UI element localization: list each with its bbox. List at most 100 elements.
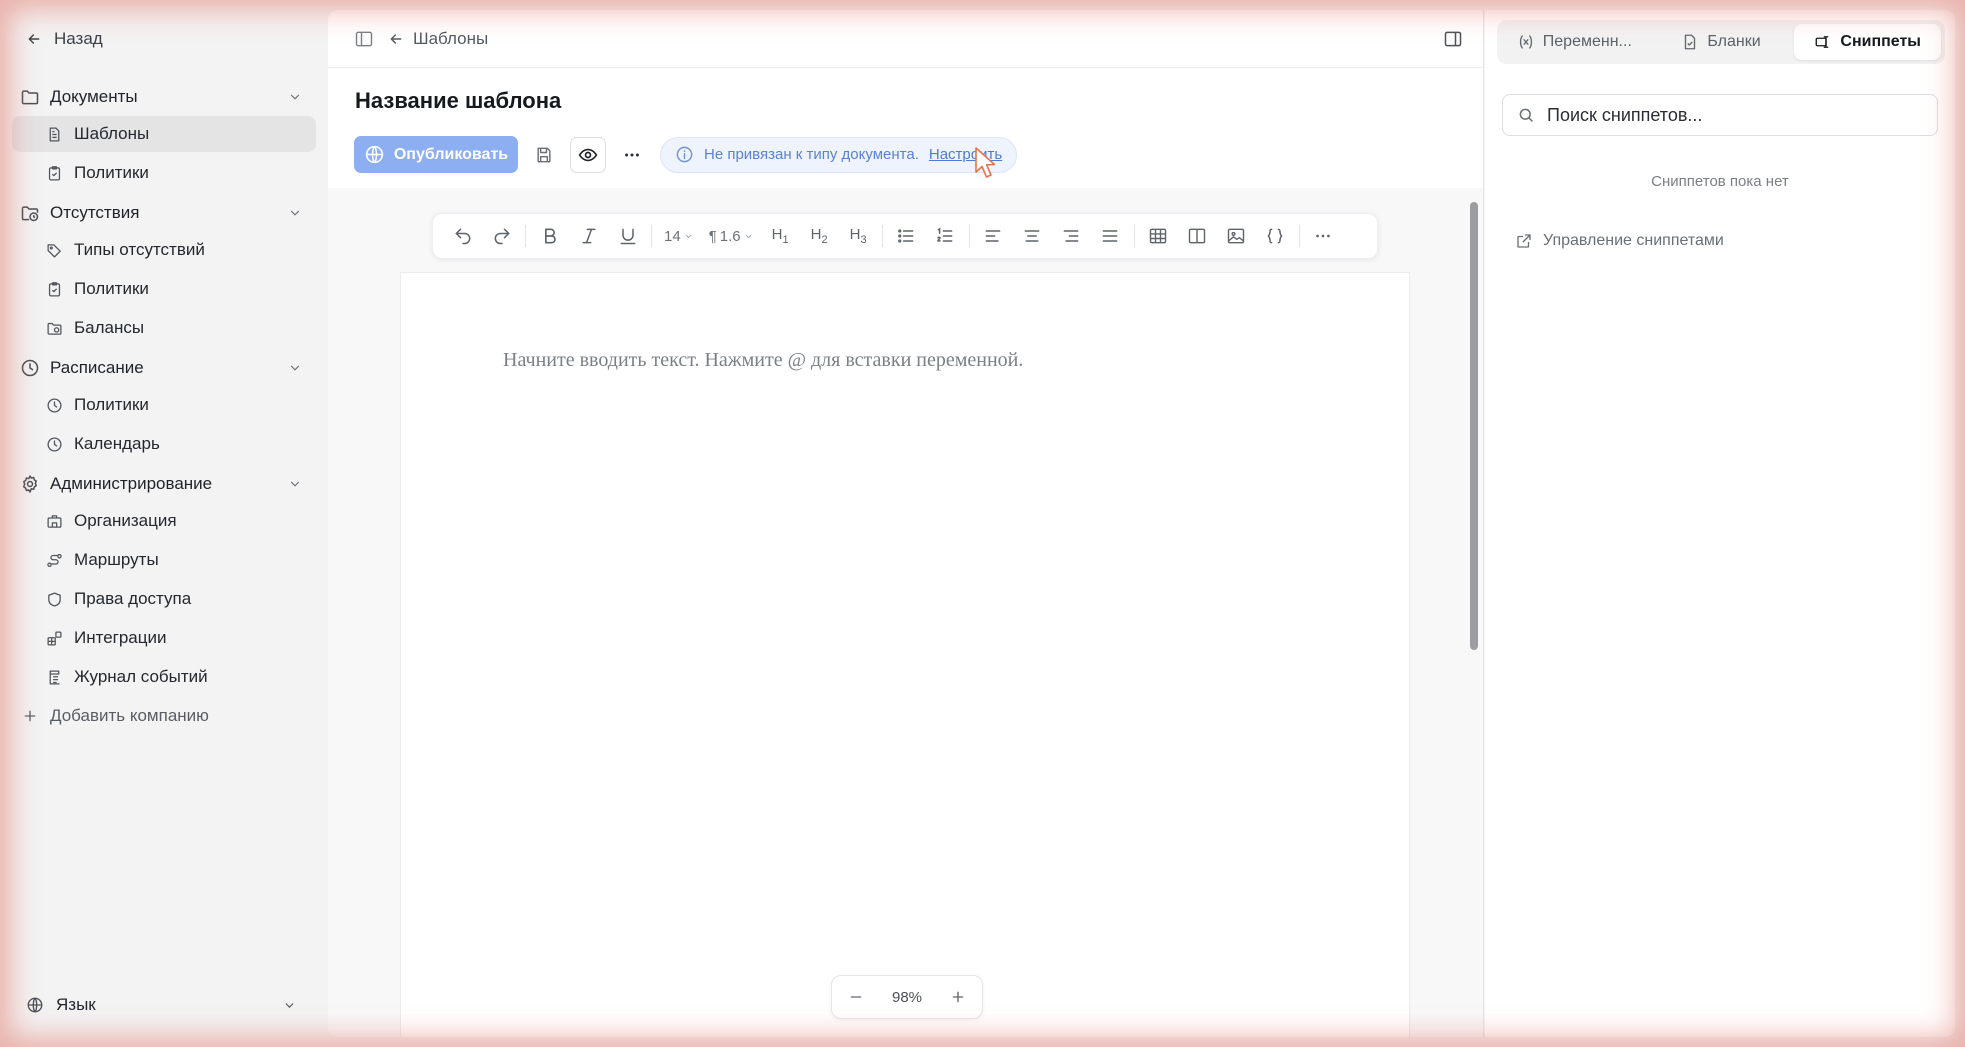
more-horizontal-icon <box>1316 234 1330 238</box>
save-button[interactable] <box>526 137 562 173</box>
sidebar-item-event-log[interactable]: Журнал событий <box>12 659 316 695</box>
font-size-value: 14 <box>664 227 681 245</box>
sidebar-item-label: Интеграции <box>74 628 167 647</box>
redo-button[interactable] <box>482 218 521 254</box>
sidebar-item-label: Политики <box>74 279 149 298</box>
tags-icon <box>47 243 61 258</box>
zoom-in-button[interactable] <box>946 985 970 1009</box>
heading-3-button[interactable]: H3 <box>839 226 878 246</box>
sidebar-item-access-rights[interactable]: Права доступа <box>12 581 316 617</box>
tab-label: Бланки <box>1707 33 1761 50</box>
manage-snippets-label: Управление сниппетами <box>1543 232 1724 249</box>
more-horizontal-icon <box>625 153 639 156</box>
line-height-select[interactable]: ¶ 1.6 <box>701 218 761 254</box>
sidebar-item-label: Политики <box>74 395 149 414</box>
align-right-button[interactable] <box>1052 218 1091 254</box>
add-company-label: Добавить компанию <box>50 706 209 725</box>
chevron-down-icon[interactable] <box>288 361 302 375</box>
arrow-left-icon <box>28 34 40 44</box>
document-page[interactable]: Начните вводить текст. Нажмите @ для вст… <box>400 272 1410 1037</box>
align-center-button[interactable] <box>1013 218 1052 254</box>
sidebar-item-schedule-policies[interactable]: Политики <box>12 387 316 423</box>
add-company-button[interactable]: Добавить компанию <box>0 698 328 734</box>
editor-main: Шаблоны Название шаблона Опубликовать Не… <box>328 10 1484 1037</box>
preview-button[interactable] <box>570 136 606 173</box>
sidebar-item-organization[interactable]: Организация <box>12 503 316 539</box>
chevron-down-icon <box>745 234 751 238</box>
align-right-icon <box>1063 230 1079 242</box>
snippets-empty-state: Сниппетов пока нет <box>1651 173 1789 190</box>
sidebar-item-label: Балансы <box>74 318 145 337</box>
chevron-down-icon[interactable] <box>288 477 302 491</box>
heading-1-button[interactable]: H1 <box>761 226 800 246</box>
sidebar-item-templates[interactable]: Шаблоны <box>12 116 316 152</box>
section-administration[interactable]: Администрирование <box>0 465 328 503</box>
publish-label: Опубликовать <box>393 145 509 163</box>
pilcrow-icon: ¶ <box>708 227 717 245</box>
shield-icon <box>48 591 61 607</box>
notice-text: Не привязан к типу документа. <box>704 146 919 163</box>
section-schedule[interactable]: Расписание <box>0 349 328 387</box>
tab-variables[interactable]: Переменн... <box>1501 24 1648 60</box>
snippet-search[interactable] <box>1502 94 1938 136</box>
bold-button[interactable] <box>530 218 569 254</box>
insert-code-button[interactable] <box>1256 218 1295 254</box>
line-height-value: 1.6 <box>719 227 741 245</box>
tab-snippets[interactable]: Сниппеты <box>1794 24 1942 60</box>
manage-snippets-link[interactable]: Управление сниппетами <box>1515 232 1724 250</box>
font-size-select[interactable]: 14 <box>656 218 701 254</box>
editor-placeholder[interactable]: Начните вводить текст. Нажмите @ для вст… <box>503 349 1023 372</box>
sidebar-item-balances[interactable]: Балансы <box>12 310 316 346</box>
italic-button[interactable] <box>569 218 608 254</box>
sidebar-item-integrations[interactable]: Интеграции <box>12 620 316 656</box>
breadcrumb-label: Шаблоны <box>413 28 489 48</box>
align-justify-button[interactable] <box>1091 218 1130 254</box>
chevron-down-icon[interactable] <box>288 206 302 220</box>
breadcrumb[interactable]: Шаблоны <box>388 29 488 49</box>
external-link-icon <box>1517 234 1531 248</box>
back-link[interactable]: Назад <box>0 22 328 56</box>
insert-table-button[interactable] <box>1139 218 1178 254</box>
numbered-list-icon <box>937 227 953 242</box>
toolbar-divider <box>1133 225 1135 247</box>
underline-button[interactable] <box>608 218 647 254</box>
right-panel-toggle-icon[interactable] <box>1443 29 1463 49</box>
sidebar-item-routes[interactable]: Маршруты <box>12 542 316 578</box>
section-absences[interactable]: Отсутствия <box>0 194 328 232</box>
sidebar-toggle-icon[interactable] <box>354 29 374 49</box>
zoom-out-button[interactable] <box>844 985 868 1009</box>
editor-scrollbar[interactable] <box>1470 202 1478 650</box>
search-icon <box>1519 108 1533 122</box>
undo-button[interactable] <box>443 218 482 254</box>
toolbar-divider <box>1298 225 1300 247</box>
numbered-list-button[interactable] <box>926 218 965 254</box>
page-title[interactable]: Название шаблона <box>355 88 561 114</box>
tab-forms[interactable]: Бланки <box>1648 24 1795 60</box>
insert-image-button[interactable] <box>1217 218 1256 254</box>
tab-label: Сниппеты <box>1840 33 1921 50</box>
language-selector[interactable]: Язык <box>0 988 328 1022</box>
section-documents[interactable]: Документы <box>0 78 328 116</box>
sidebar-item-label: Права доступа <box>74 589 192 608</box>
align-left-button[interactable] <box>974 218 1013 254</box>
more-button[interactable] <box>614 137 650 173</box>
chevron-down-icon[interactable] <box>288 90 302 104</box>
toolbar-more-button[interactable] <box>1304 218 1343 254</box>
sidebar-item-absence-types[interactable]: Типы отсутствий <box>12 232 316 268</box>
bullet-list-button[interactable] <box>887 218 926 254</box>
sidebar-item-absence-policies[interactable]: Политики <box>12 271 316 307</box>
sidebar-item-doc-policies[interactable]: Политики <box>12 155 316 191</box>
heading-3-label: H <box>849 226 861 243</box>
folder-clock-icon <box>47 322 62 335</box>
sidebar-item-calendar[interactable]: Календарь <box>12 426 316 462</box>
chevron-down-icon <box>285 1002 294 1008</box>
file-form-icon <box>1685 34 1696 50</box>
clock-icon <box>47 397 62 413</box>
publish-button[interactable]: Опубликовать <box>354 136 518 173</box>
insert-columns-button[interactable] <box>1178 218 1217 254</box>
snippet-search-input[interactable] <box>1547 104 1927 126</box>
heading-3-level: 3 <box>860 234 867 246</box>
heading-2-button[interactable]: H2 <box>800 226 839 246</box>
clipboard-check-icon <box>48 281 61 297</box>
minus-icon <box>850 996 862 998</box>
